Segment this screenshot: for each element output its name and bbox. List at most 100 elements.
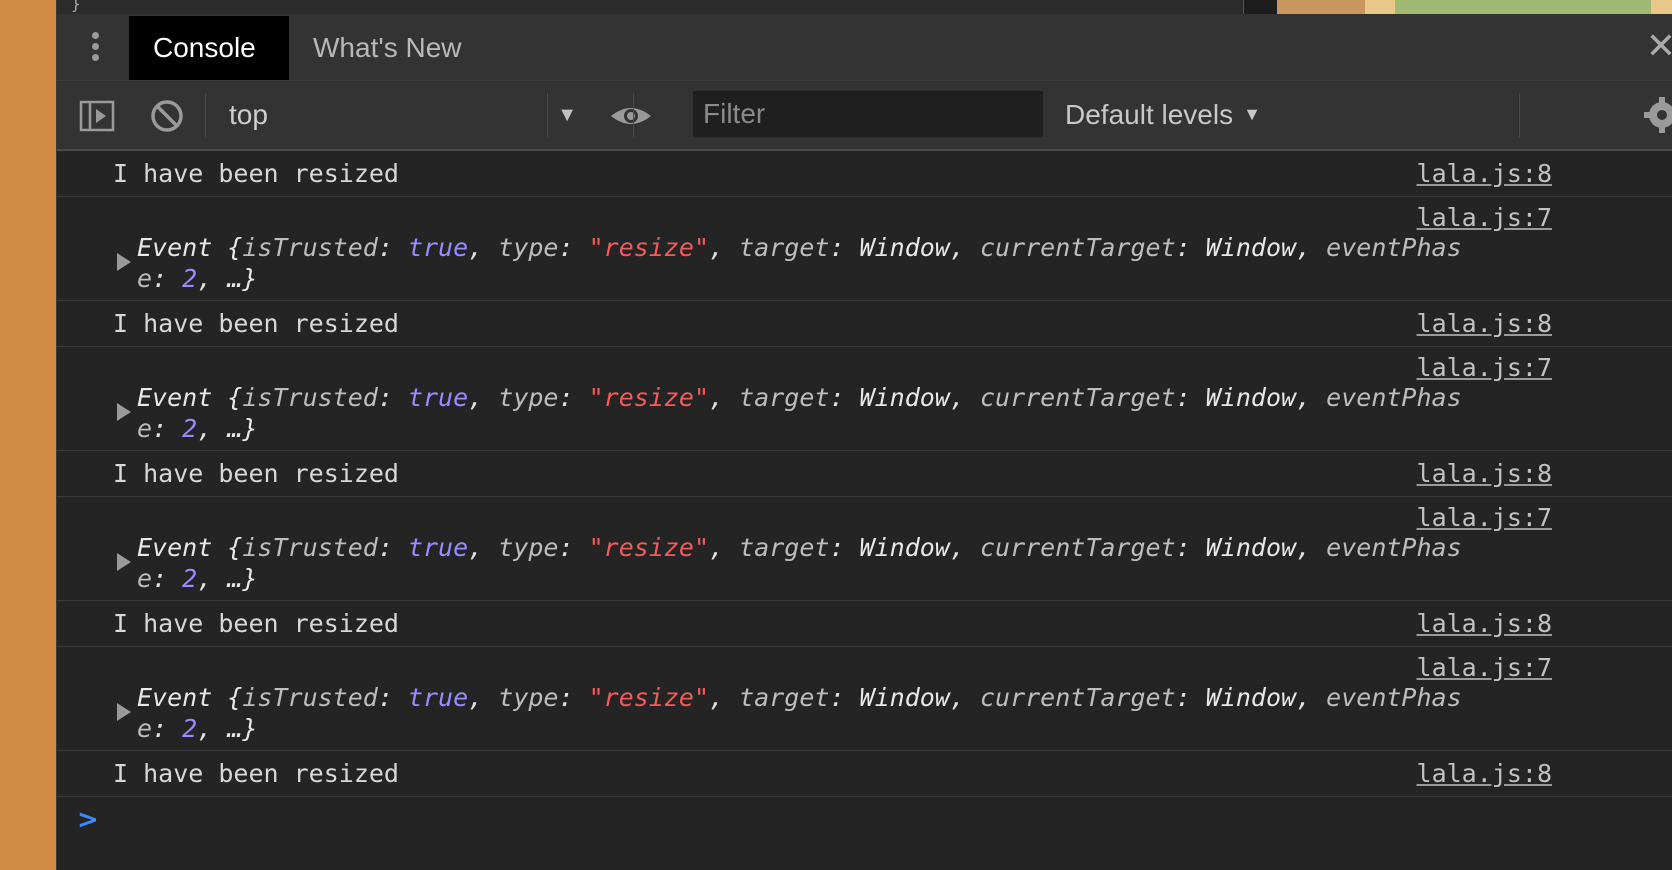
event-preview-line-wrap: e: 2, …} [137,414,258,443]
prop-key: eventPhas [1326,533,1462,562]
prop-value-string: "resize" [588,533,710,562]
object-tail: …} [227,714,258,743]
prop-value-string: "resize" [588,683,710,712]
object-tail: …} [227,264,258,293]
object-head: Event { [137,233,243,262]
toolbar-divider [547,93,548,137]
prop-value-object: Window [1205,533,1297,562]
prop-value-boolean: true [407,533,469,562]
expand-triangle-icon[interactable] [117,553,131,571]
prop-key: e [137,264,153,293]
prop-key: eventPhas [1326,233,1462,262]
prop-key: isTrusted [242,233,378,262]
prop-key: isTrusted [242,383,378,412]
source-link[interactable]: lala.js:8 [1417,759,1552,788]
gear-icon[interactable] [1642,95,1672,135]
javascript-context-select[interactable]: top ▼ [217,95,597,135]
event-preview-line[interactable]: Event {isTrusted: true, type: "resize", … [137,383,1462,412]
prop-value-object: Window [859,383,950,412]
event-preview-line-wrap: e: 2, …} [137,264,258,293]
prop-key: target [739,683,830,712]
log-message-text: I have been resized [113,759,399,788]
expand-triangle-icon[interactable] [117,253,131,271]
event-preview-line-wrap: e: 2, …} [137,564,258,593]
event-preview-line[interactable]: Event {isTrusted: true, type: "resize", … [137,683,1462,712]
prop-key: e [137,414,153,443]
live-expression-eye-icon[interactable] [609,98,653,134]
prop-value-string: "resize" [588,383,710,412]
source-link[interactable]: lala.js:7 [1417,203,1552,232]
prop-value-string: "resize" [588,233,710,262]
source-link[interactable]: lala.js:8 [1417,159,1552,188]
event-object-row: lala.js:7 Event {isTrusted: true, type: "… [57,347,1672,451]
source-link[interactable]: lala.js:7 [1417,353,1552,382]
log-message-row: I have been resized lala.js:8 [57,751,1672,797]
prop-value-boolean: true [407,233,469,262]
filter-input[interactable] [693,91,1043,137]
prop-key: currentTarget [979,233,1176,262]
page-divider [1243,0,1278,14]
prop-key: type [498,533,559,562]
clear-console-icon[interactable] [149,98,185,134]
context-value: top [229,99,268,130]
source-link[interactable]: lala.js:8 [1417,459,1552,488]
prop-value-number: 2 [182,564,198,593]
prop-key: eventPhas [1326,383,1462,412]
close-drawer-icon[interactable]: ✕ [1646,26,1672,66]
prop-key: isTrusted [242,683,378,712]
log-message-row: I have been resized lala.js:8 [57,151,1672,197]
page-block [1651,0,1672,14]
prop-key: currentTarget [979,383,1176,412]
log-levels-dropdown[interactable]: Default levels ▼ [1065,93,1261,137]
prop-key: eventPhas [1326,683,1462,712]
tab-console[interactable]: Console [129,16,289,80]
source-link[interactable]: lala.js:8 [1417,609,1552,638]
event-preview-line-wrap: e: 2, …} [137,714,258,743]
source-link[interactable]: lala.js:7 [1417,503,1552,532]
toolbar-divider [633,93,634,137]
devtools-panel: } Console What's New ✕ top ▼ Filter Defa… [56,0,1672,870]
event-object-row: lala.js:7 Event {isTrusted: true, type: "… [57,197,1672,301]
source-link[interactable]: lala.js:7 [1417,653,1552,682]
event-object-row: lala.js:7 Event {isTrusted: true, type: "… [57,647,1672,751]
prompt-chevron-icon: > [77,805,99,835]
prop-key: e [137,714,153,743]
prop-key: currentTarget [979,533,1176,562]
log-message-text: I have been resized [113,159,399,188]
expand-triangle-icon[interactable] [117,703,131,721]
page-code-fragment: } [71,0,81,13]
expand-triangle-icon[interactable] [117,403,131,421]
event-preview-line[interactable]: Event {isTrusted: true, type: "resize", … [137,233,1462,262]
prop-key: type [498,383,559,412]
chevron-down-icon: ▼ [557,104,577,126]
log-message-row: I have been resized lala.js:8 [57,451,1672,497]
log-message-text: I have been resized [113,609,399,638]
prop-value-object: Window [859,233,950,262]
log-levels-label: Default levels [1065,99,1234,130]
prop-value-boolean: true [407,683,469,712]
prop-value-number: 2 [182,414,198,443]
object-tail: …} [227,564,258,593]
page-block [1365,0,1395,14]
prop-key: target [739,383,830,412]
console-prompt[interactable]: > [57,797,1672,841]
page-content-edge: } [57,0,1672,15]
source-link[interactable]: lala.js:8 [1417,309,1552,338]
log-message-row: I have been resized lala.js:8 [57,301,1672,347]
show-sidebar-icon[interactable] [79,98,115,134]
console-toolbar: top ▼ Default levels ▼ [57,81,1672,151]
console-output: I have been resized lala.js:8 lala.js:7 Eve… [57,151,1672,870]
prop-key: target [739,233,830,262]
prop-value-number: 2 [182,264,198,293]
drawer-tab-bar: Console What's New ✕ [57,14,1672,81]
tab-whats-new[interactable]: What's New [289,16,486,80]
event-preview-line[interactable]: Event {isTrusted: true, type: "resize", … [137,533,1462,562]
more-tools-kebab-icon[interactable] [91,32,99,64]
object-head: Event { [137,533,243,562]
log-message-row: I have been resized lala.js:8 [57,601,1672,647]
prop-key: target [739,533,830,562]
page-background-strip [0,0,56,870]
object-head: Event { [137,683,243,712]
prop-value-object: Window [1205,233,1297,262]
object-tail: …} [227,414,258,443]
